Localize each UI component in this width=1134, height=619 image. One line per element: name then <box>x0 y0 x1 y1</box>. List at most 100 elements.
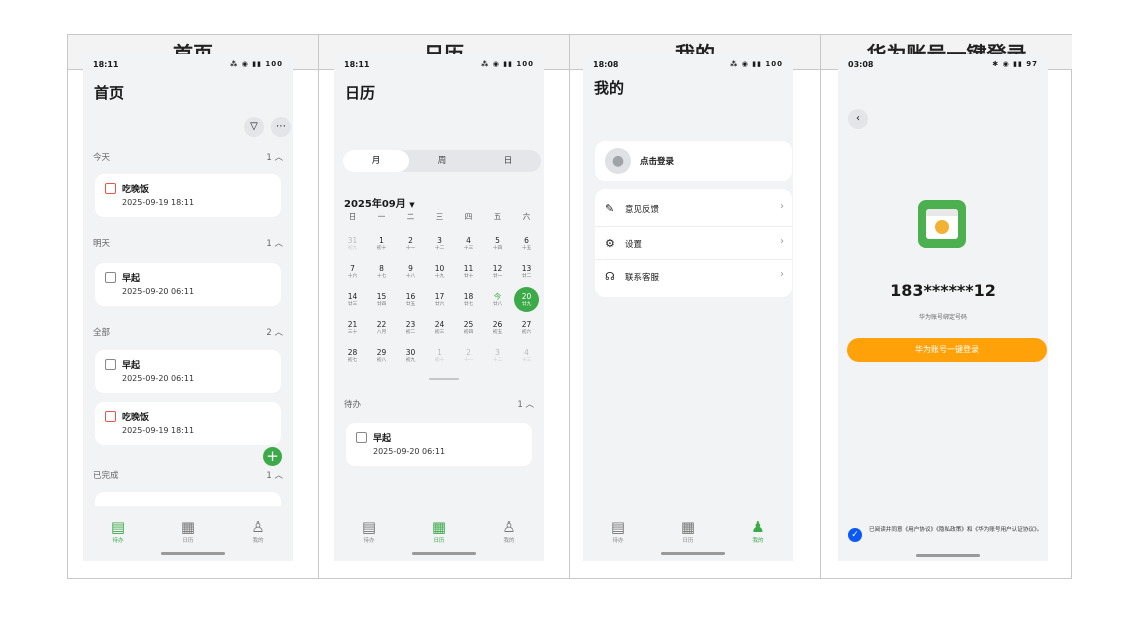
tab-todo[interactable]: ▤ 待办 <box>98 519 138 545</box>
tab-mine[interactable]: ♙ 我的 <box>238 519 278 545</box>
calendar-day[interactable]: 13 廿二 <box>513 264 540 280</box>
more-button[interactable]: ⋯ <box>271 117 291 137</box>
task-date: 2025-09-20 06:11 <box>122 374 195 383</box>
weekday-label: 五 <box>493 212 502 221</box>
calendar-day[interactable]: 2 十一 <box>397 236 424 252</box>
section-all[interactable]: 全部 2 ︿ <box>93 326 283 342</box>
calendar-day[interactable]: 5 十四 <box>484 236 511 252</box>
calendar-day[interactable]: 16 廿五 <box>397 292 424 308</box>
month-picker[interactable]: 2025年09月 ▼ <box>344 195 415 210</box>
calendar-day[interactable]: 21 三十 <box>339 320 366 336</box>
tab-mine[interactable]: ♙ 我的 <box>489 519 529 545</box>
chevron-up-icon: ︿ <box>274 471 283 481</box>
task-card[interactable]: 吃晚饭 2025-09-19 18:11 <box>95 402 281 445</box>
calendar-day[interactable]: 23 初二 <box>397 320 424 336</box>
task-checkbox[interactable] <box>105 359 116 370</box>
chevron-right-icon: › <box>780 236 784 247</box>
drag-handle[interactable] <box>429 378 459 380</box>
headset-icon: ☊ <box>605 270 615 283</box>
calendar-day[interactable]: 17 廿六 <box>426 292 453 308</box>
menu-item-feedback[interactable]: ✎ 意见反馈 › <box>595 192 792 225</box>
calendar-day[interactable]: 11 廿十 <box>455 264 482 280</box>
calendar-day[interactable]: 6 十五 <box>513 236 540 252</box>
mine-screen: 18:08 ⁂ ◉ ▮▮ 100 我的 ● 点击登录 ✎ 意见反馈 › ⚙ 设置… <box>583 54 793 561</box>
calendar-day[interactable]: 1 初十 <box>368 236 395 252</box>
calendar-day[interactable]: 22 八月 <box>368 320 395 336</box>
calendar-day[interactable]: 9 十八 <box>397 264 424 280</box>
calendar-day[interactable]: 4 十三 <box>513 348 540 364</box>
home-indicator <box>161 552 225 555</box>
chevron-right-icon: › <box>780 269 784 280</box>
task-date: 2025-09-20 06:11 <box>373 447 446 456</box>
calendar-day[interactable]: 7 十六 <box>339 264 366 280</box>
calendar-day[interactable]: 3 十二 <box>426 236 453 252</box>
calendar-day[interactable]: 2 十一 <box>455 348 482 364</box>
section-count: 1 ︿ <box>266 239 283 249</box>
section-tomorrow[interactable]: 明天 1 ︿ <box>93 237 283 253</box>
task-card[interactable]: 早起 2025-09-20 06:11 <box>95 350 281 393</box>
masked-phone-number: 183******12 <box>890 281 996 300</box>
status-bar: 18:08 ⁂ ◉ ▮▮ 100 <box>583 54 793 74</box>
calendar-day[interactable]: 25 初四 <box>455 320 482 336</box>
calendar-day[interactable]: 31 初九 <box>339 236 366 252</box>
calendar-day[interactable]: 18 廿七 <box>455 292 482 308</box>
filter-button[interactable]: ▽ <box>244 117 264 137</box>
person-icon: ♟ <box>751 518 765 536</box>
task-checkbox[interactable] <box>356 432 367 443</box>
agree-checkbox[interactable]: ✓ <box>848 528 862 542</box>
tab-bar: ▤ 待办 ▦ 日历 ♙ 我的 <box>83 513 293 561</box>
calendar-day[interactable]: 1 初十 <box>426 348 453 364</box>
task-checkbox[interactable] <box>105 183 116 194</box>
task-card[interactable]: 早起 2025-09-20 06:11 <box>95 263 281 306</box>
calendar-day[interactable]: 10 十九 <box>426 264 453 280</box>
calendar-day[interactable]: 14 廿三 <box>339 292 366 308</box>
tab-mine[interactable]: ♟ 我的 <box>738 518 778 545</box>
calendar-week-row: 21 三十 22 八月 23 初二 24 初三 25 初四 26 初五 27 初六 <box>339 320 543 344</box>
calendar-day[interactable]: 4 十三 <box>455 236 482 252</box>
task-card[interactable]: 早起 2025-09-20 06:11 <box>346 423 532 466</box>
agreement-text[interactable]: 已阅读并同意《用户协议》《隐私政策》和《华为账号用户认证协议》。 <box>869 526 1044 534</box>
task-title: 吃晚饭 <box>122 185 150 195</box>
calendar-day[interactable]: 28 初七 <box>339 348 366 364</box>
task-card[interactable]: 吃晚饭 2025-09-19 18:11 <box>95 174 281 217</box>
tab-calendar[interactable]: ▦ 日历 <box>419 518 459 545</box>
add-task-button[interactable]: + <box>263 447 282 466</box>
section-todo[interactable]: 待办 1 ︿ <box>344 398 534 414</box>
calendar-day[interactable]: 27 初六 <box>513 320 540 336</box>
section-count: 1 ︿ <box>266 471 283 481</box>
calendar-day[interactable]: 3 十二 <box>484 348 511 364</box>
menu-item-support[interactable]: ☊ 联系客服 › <box>595 259 792 292</box>
task-checkbox[interactable] <box>105 272 116 283</box>
section-completed[interactable]: 已完成 1 ︿ <box>93 469 283 485</box>
segment-week[interactable]: 周 <box>409 150 475 172</box>
tab-calendar[interactable]: ▦ 日历 <box>168 519 208 545</box>
calendar-day[interactable]: 24 初三 <box>426 320 453 336</box>
gear-icon: ⚙ <box>605 237 615 250</box>
segment-month[interactable]: 月 <box>343 150 409 172</box>
calendar-icon: ▦ <box>431 518 447 536</box>
calendar-day[interactable]: 26 初五 <box>484 320 511 336</box>
tab-todo[interactable]: ▤ 待办 <box>349 519 389 545</box>
section-today[interactable]: 今天 1 ︿ <box>93 151 283 167</box>
segment-day[interactable]: 日 <box>475 150 541 172</box>
calendar-day[interactable]: 今廿八 <box>484 292 511 308</box>
tab-todo[interactable]: ▤ 待办 <box>598 519 638 545</box>
back-button[interactable]: ‹ <box>848 109 868 129</box>
calendar-day[interactable]: 30 初九 <box>397 348 424 364</box>
weekday-label: 四 <box>464 212 473 221</box>
calendar-day[interactable]: 15 廿四 <box>368 292 395 308</box>
task-card-partial[interactable] <box>95 492 281 506</box>
menu-item-settings[interactable]: ⚙ 设置 › <box>595 226 792 259</box>
login-card[interactable]: ● 点击登录 <box>595 141 792 181</box>
calendar-day[interactable]: 29 初八 <box>368 348 395 364</box>
funnel-icon: ▽ <box>250 121 258 132</box>
one-tap-login-button[interactable]: 华为账号一键登录 <box>847 338 1047 362</box>
section-label: 已完成 <box>93 471 119 481</box>
calendar-day[interactable]: 20 廿九 <box>513 287 540 312</box>
task-checkbox[interactable] <box>105 411 116 422</box>
chevron-up-icon: ︿ <box>525 400 534 410</box>
calendar-day[interactable]: 8 十七 <box>368 264 395 280</box>
tab-calendar[interactable]: ▦ 日历 <box>668 519 708 545</box>
calendar-day[interactable]: 12 廿一 <box>484 264 511 280</box>
status-icons: ⁂ ◉ ▮▮ 100 <box>730 60 783 68</box>
